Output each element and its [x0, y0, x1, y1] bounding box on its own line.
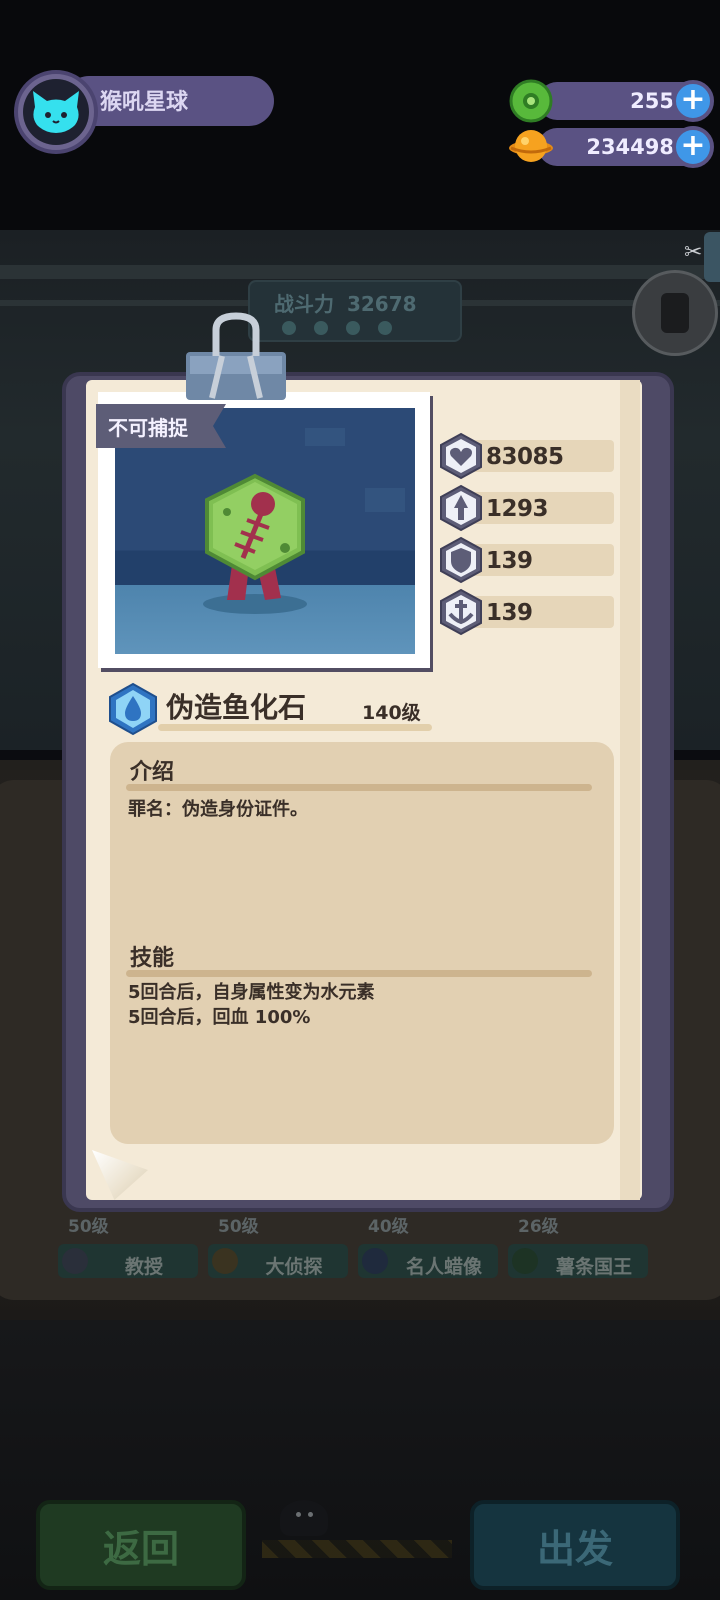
skills-title: 技能 [130, 946, 175, 971]
avatar-frame[interactable] [14, 70, 98, 154]
shadow-creature [280, 1500, 328, 1536]
stat-hp-value: 83085 [486, 444, 564, 470]
team-member-card[interactable]: 26级 薯条国王 [508, 1212, 658, 1282]
team-member-card[interactable]: 40级 名人蜡像 [358, 1212, 508, 1282]
monster-level: 140级 [362, 702, 421, 724]
back-button[interactable]: 返回 [36, 1500, 246, 1590]
team-member-level: 40级 [368, 1217, 409, 1237]
team-member-level: 50级 [218, 1217, 259, 1237]
cat-face-icon [33, 91, 79, 133]
intro-title: 介绍 [130, 760, 175, 785]
add-gem-button[interactable]: + [672, 80, 714, 122]
team-member-name: 名人蜡像 [405, 1256, 482, 1278]
orange-planet-coin-icon [509, 130, 553, 162]
green-gem-ring-icon [509, 79, 553, 123]
avatar [23, 79, 89, 145]
combat-power-indicators [282, 320, 410, 339]
scissors-icon: ✂ [684, 240, 703, 265]
team-member-card[interactable]: 50级 大侦探 [208, 1212, 358, 1282]
hazard-stripe [262, 1540, 452, 1558]
resource-coin: 234498 + [508, 126, 714, 168]
water-drop-icon [109, 682, 157, 736]
stat-speed-value: 139 [486, 600, 533, 626]
attack-arrow-icon [440, 484, 482, 532]
monster-name-row: 伪造鱼化石 140级 [108, 682, 432, 736]
stat-attack-value: 1293 [486, 496, 549, 522]
skill-item: 5回合后，自身属性变为水元素 [128, 982, 375, 1003]
combat-power-text: 战斗力 32678 [268, 288, 417, 317]
stat-hp: 83085 [438, 432, 614, 480]
stat-attack: 1293 [438, 484, 614, 532]
skill-item: 5回合后，回血 100% [128, 1007, 311, 1028]
stat-speed: 139 [438, 588, 614, 636]
combat-power-value: 32678 [346, 292, 417, 316]
shield-defense-icon [440, 536, 482, 584]
skills-divider [126, 970, 592, 977]
team-member-badge-icon [212, 1248, 238, 1274]
team-member-badge-icon [62, 1248, 88, 1274]
background-rail [0, 265, 720, 279]
uncatchable-flag: 不可捕捉 [96, 404, 226, 448]
player-profile[interactable]: 猴吼星球 [14, 70, 274, 154]
card-paper-edge [620, 380, 640, 1200]
team-member-card[interactable]: 50级 教授 [58, 1212, 208, 1282]
phone-icon [661, 293, 689, 333]
go-button[interactable]: 出发 [470, 1500, 680, 1590]
team-member-level: 26级 [518, 1217, 559, 1237]
add-coin-button[interactable]: + [672, 126, 714, 168]
player-name: 猴吼星球 [100, 90, 189, 115]
team-member-badge-icon [362, 1248, 388, 1274]
team-member-level: 50级 [68, 1217, 109, 1237]
team-member-badge-icon [512, 1248, 538, 1274]
team-member-name: 薯条国王 [555, 1256, 632, 1278]
gem-count: 255 [630, 89, 674, 113]
team-member-name: 教授 [124, 1256, 163, 1278]
monster-name: 伪造鱼化石 [166, 691, 307, 724]
side-phone-button[interactable] [632, 270, 718, 356]
intro-divider [126, 784, 592, 791]
stat-defense: 139 [438, 536, 614, 584]
stat-defense-value: 139 [486, 548, 533, 574]
speed-wing-icon [440, 588, 482, 636]
skills-list: 5回合后，自身属性变为水元素 5回合后，回血 100% [128, 980, 375, 1030]
intro-text: 罪名：伪造身份证件。 [128, 799, 308, 820]
binder-clip-icon [186, 312, 286, 400]
team-member-name: 大侦探 [265, 1256, 323, 1278]
coin-count: 234498 [586, 135, 674, 159]
heart-hp-icon [440, 432, 482, 480]
resource-gem: 255 + [508, 79, 714, 123]
